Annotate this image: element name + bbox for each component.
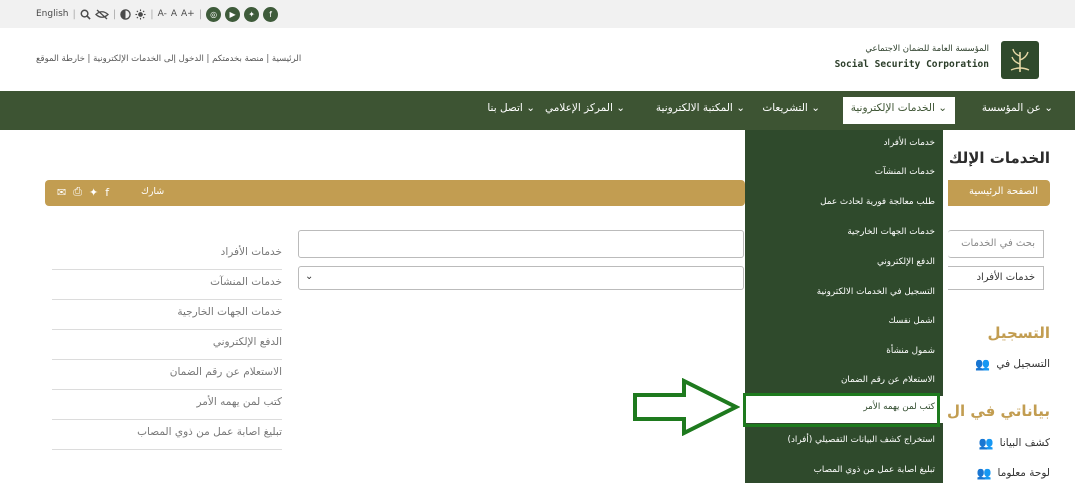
search-input-right[interactable]: بحث في الخدمات [948, 230, 1044, 258]
sidebar-item[interactable]: خدمات المنشآت [52, 270, 282, 300]
dropdown-item[interactable]: خدمات المنشآت [875, 167, 935, 177]
header-links[interactable]: الرئيسية | منصة بخدمتكم | الدخول إلى الخ… [36, 54, 301, 64]
share-bar: ✉ ⎙ ✦ f شارك [45, 180, 745, 206]
sidebar-item[interactable]: خدمات الأفراد [52, 240, 282, 270]
nav-e-services[interactable]: ⌄ الخدمات الإلكترونية [842, 97, 955, 124]
users-icon: 👥 [975, 357, 991, 371]
dropdown-item[interactable]: الدفع الإلكتروني [877, 257, 935, 267]
font-normal-button[interactable]: A [171, 9, 177, 19]
font-increase-button[interactable]: A+ [181, 9, 195, 19]
email-icon[interactable]: ✉ [57, 186, 66, 199]
dropdown-item[interactable]: خدمات الأفراد [884, 138, 935, 148]
breadcrumb: الصفحة الرئيسية [948, 180, 1050, 206]
site-header: الرئيسية | منصة بخدمتكم | الدخول إلى الخ… [0, 28, 1075, 91]
sidebar-item[interactable]: الاستعلام عن رقم الضمان [52, 360, 282, 390]
sidebar-item[interactable]: تبليغ اصابة عمل من ذوي المصاب [52, 420, 282, 450]
dashboard-link[interactable]: لوحة معلوما 👥 [977, 466, 1050, 480]
hide-eye-icon[interactable] [94, 9, 109, 20]
dropdown-item[interactable]: الاستعلام عن رقم الضمان [841, 375, 935, 385]
search-icon[interactable] [80, 9, 91, 20]
highlight-frame [743, 393, 940, 427]
statement-link[interactable]: كشف البيانا 👥 [979, 436, 1050, 450]
youtube-icon[interactable]: ▶ [225, 6, 241, 22]
print-icon[interactable]: ⎙ [73, 185, 82, 199]
category-select[interactable]: خدمات الأفراد [948, 266, 1044, 290]
twitter-share-icon[interactable]: ✦ [89, 186, 98, 199]
contrast-icon[interactable] [120, 8, 131, 20]
users-icon: 👥 [976, 466, 992, 480]
pointer-arrow-icon [633, 378, 740, 436]
dropdown-item[interactable]: خدمات الجهات الخارجية [847, 227, 935, 237]
main-nav: ⌄ عن المؤسسة ⌄ الخدمات الإلكترونية ⌄ الت… [0, 91, 1075, 130]
nav-media-center[interactable]: ⌄ المركز الإعلامي [545, 102, 625, 114]
facebook-share-icon[interactable]: f [105, 186, 109, 199]
dropdown-item[interactable]: اشمل نفسك [888, 316, 935, 326]
wheat-logo-icon [1010, 48, 1030, 72]
breadcrumb-home[interactable]: الصفحة الرئيسية [969, 186, 1038, 197]
chevron-down-icon: ⌄ [305, 271, 314, 282]
service-select[interactable]: ⌄ [298, 266, 744, 290]
brightness-icon[interactable] [135, 8, 146, 20]
org-name-english: Social Security Corporation [834, 59, 989, 70]
facebook-icon[interactable]: f [263, 6, 279, 22]
twitter-icon[interactable]: ✦ [244, 6, 260, 22]
accessibility-bar: English | | | A- A A+ | ◎ ▶ ✦ f [0, 0, 1075, 28]
registration-heading: التسجيل [987, 324, 1050, 342]
my-data-heading: بياناتي في ال [946, 402, 1050, 420]
search-input[interactable] [298, 230, 744, 258]
nav-legislation[interactable]: ⌄ التشريعات [762, 102, 820, 114]
org-name-arabic: المؤسسة العامة للضمان الاجتماعي [865, 44, 989, 54]
dropdown-item[interactable]: تبليغ اصابة عمل من ذوي المصاب [814, 465, 935, 475]
page-title: الخدمات الإلك [950, 149, 1050, 167]
nav-e-library[interactable]: ⌄ المكتبة الالكترونية [656, 102, 745, 114]
language-link[interactable]: English [36, 9, 69, 19]
services-sidebar: خدمات الأفراد خدمات المنشآت خدمات الجهات… [52, 240, 282, 450]
sidebar-item[interactable]: كتب لمن يهمه الأمر [52, 390, 282, 420]
registration-link[interactable]: التسجيل في 👥 [975, 357, 1050, 371]
dropdown-item[interactable]: شمول منشأة [886, 346, 935, 356]
sidebar-item[interactable]: خدمات الجهات الخارجية [52, 300, 282, 330]
users-icon: 👥 [978, 436, 994, 450]
font-decrease-button[interactable]: A- [158, 9, 167, 19]
e-services-dropdown: خدمات الأفراد خدمات المنشآت طلب معالجة ف… [745, 130, 943, 483]
share-label: شارك [141, 186, 165, 197]
nav-about[interactable]: ⌄ عن المؤسسة [982, 102, 1053, 114]
instagram-icon[interactable]: ◎ [206, 6, 222, 22]
logo[interactable] [1001, 41, 1039, 79]
dropdown-item[interactable]: التسجيل في الخدمات الالكترونية [817, 287, 935, 297]
dropdown-item[interactable]: طلب معالجة فورية لحادث عمل [820, 197, 935, 207]
dropdown-item[interactable]: استخراج كشف البيانات التفصيلي (أفراد) [788, 435, 935, 445]
nav-contact[interactable]: ⌄ اتصل بنا [487, 102, 535, 114]
sidebar-item[interactable]: الدفع الإلكتروني [52, 330, 282, 360]
